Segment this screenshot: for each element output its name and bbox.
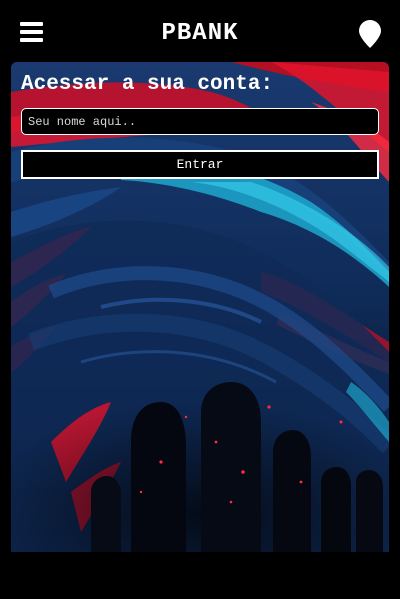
brand-title: PBANK — [161, 20, 239, 47]
login-title: Acessar a sua conta: — [21, 73, 274, 96]
abstract-paint-background — [11, 62, 389, 552]
top-bar: PBANK — [0, 0, 400, 62]
map-pin-icon[interactable] — [359, 20, 381, 48]
bottom-bar — [0, 552, 400, 599]
name-input[interactable] — [21, 108, 379, 135]
enter-button[interactable]: Entrar — [21, 150, 379, 179]
